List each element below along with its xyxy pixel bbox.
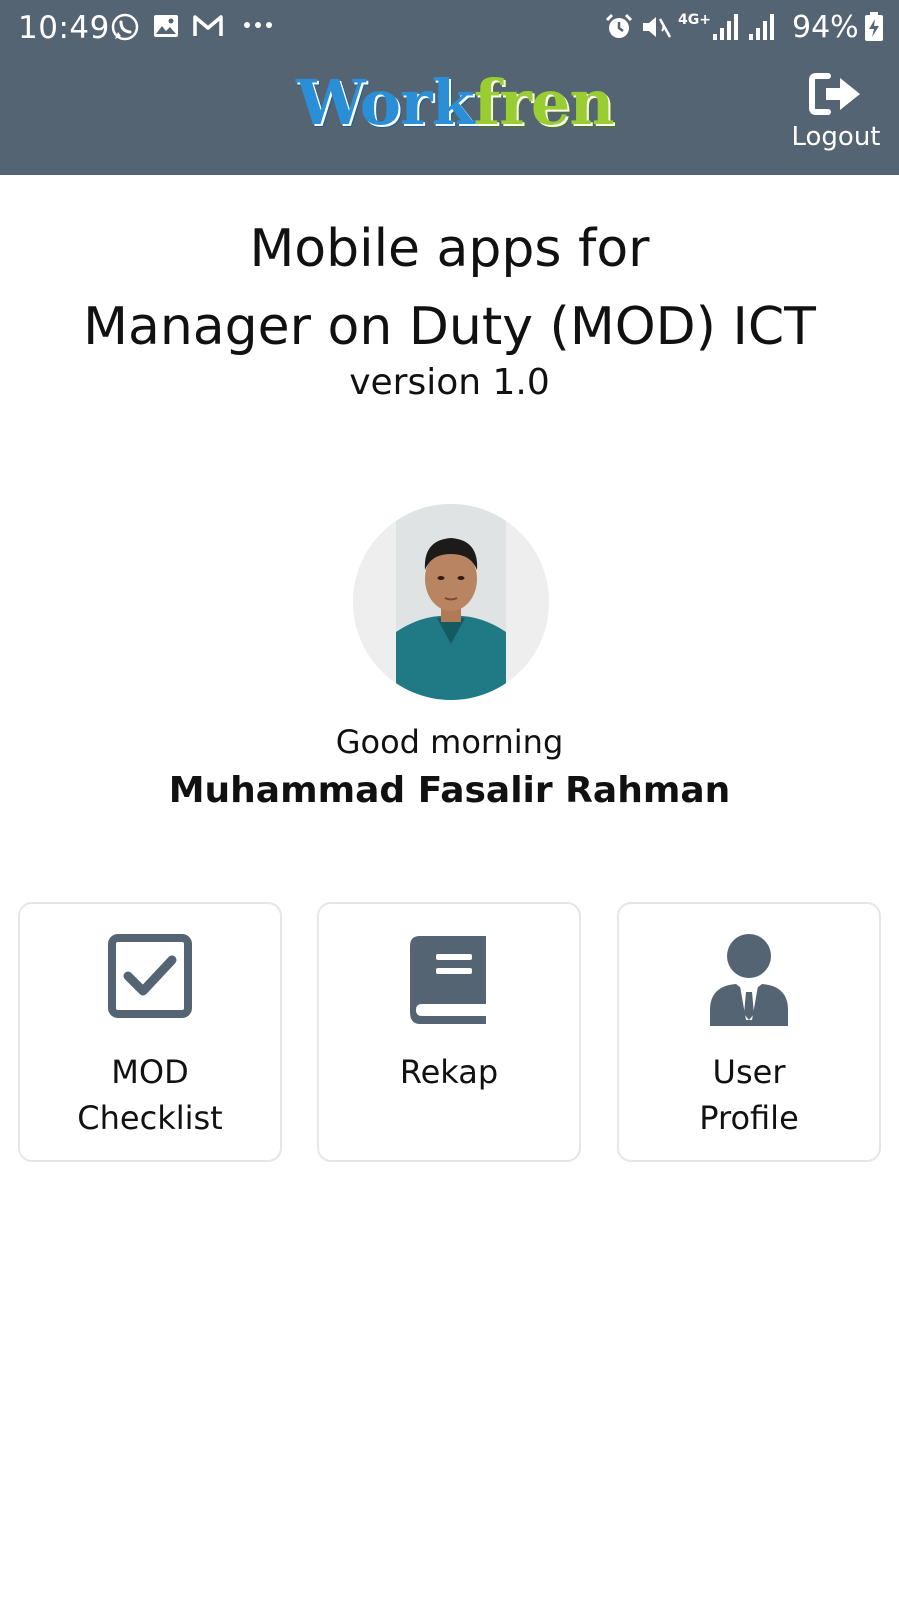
- greeting-text: Good morning: [335, 723, 564, 761]
- book-icon: [410, 936, 486, 1024]
- status-bar: 10:49 4G+ 94%: [0, 0, 899, 56]
- title-line-1: Mobile apps for: [249, 219, 650, 279]
- logout-button[interactable]: Logout: [776, 72, 896, 162]
- gallery-icon: [154, 15, 178, 37]
- rekap-button[interactable]: Rekap: [317, 902, 581, 1162]
- rekap-label: Rekap: [399, 1053, 499, 1091]
- workfren-logo: Work fren: [296, 66, 615, 139]
- battery-charging-icon: [865, 12, 883, 41]
- status-time: 10:49: [18, 10, 110, 46]
- alarm-icon: [605, 13, 633, 38]
- logo-fren-text: fren: [473, 66, 615, 139]
- logout-icon: [809, 73, 860, 115]
- version-text: version 1.0: [349, 362, 550, 403]
- page-title: Mobile apps for Manager on Duty (MOD) IC…: [0, 210, 899, 366]
- title-line-2: Manager on Duty (MOD) ICT: [83, 297, 816, 357]
- gmail-icon: [193, 15, 223, 36]
- avatar: [353, 504, 549, 700]
- app-header: 10:49 4G+ 94% Work fren Logout: [0, 0, 899, 175]
- mod-checklist-label-1: MOD: [111, 1053, 189, 1091]
- whatsapp-icon: [111, 13, 139, 41]
- mod-checklist-label-2: Checklist: [77, 1099, 223, 1137]
- user-profile-label-1: User: [712, 1053, 786, 1091]
- signal-icon-2: [749, 14, 774, 40]
- user-name: Muhammad Fasalir Rahman: [168, 770, 731, 811]
- mute-icon: [643, 17, 672, 38]
- checkbox-icon: [108, 934, 192, 1018]
- avatar-photo: [353, 504, 549, 700]
- logout-label: Logout: [791, 122, 881, 152]
- logo-work-text: Work: [296, 66, 475, 139]
- signal-icon: [713, 14, 738, 40]
- user-profile-label-2: Profile: [699, 1099, 799, 1137]
- network-type: 4G+: [678, 12, 711, 28]
- battery-level: 94%: [792, 10, 859, 45]
- user-tie-icon: [710, 934, 788, 1026]
- mod-checklist-button[interactable]: MOD Checklist: [18, 902, 282, 1162]
- user-profile-button[interactable]: User Profile: [617, 902, 881, 1162]
- more-icon: [244, 22, 272, 28]
